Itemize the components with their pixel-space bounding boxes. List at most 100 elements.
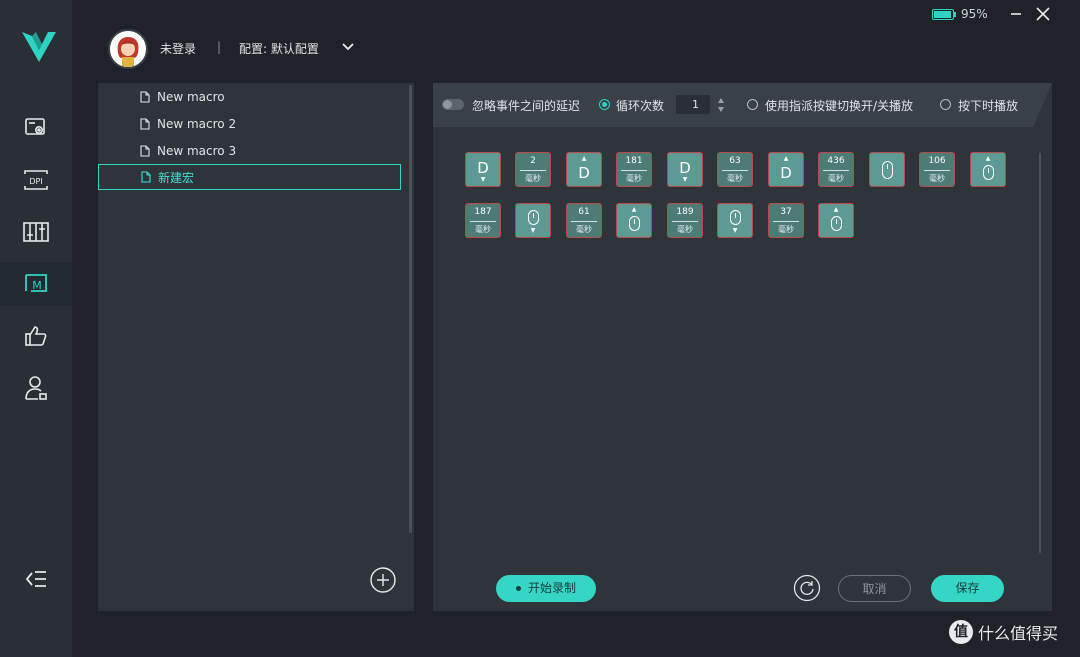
sidebar-item-device-settings[interactable] bbox=[0, 106, 72, 150]
mouse-icon bbox=[730, 210, 741, 225]
delay-divider bbox=[571, 221, 597, 222]
sidebar-item-dpi[interactable]: DPI bbox=[0, 158, 72, 202]
macro-name: 新建宏 bbox=[158, 170, 195, 185]
battery-tip bbox=[954, 12, 956, 17]
sidebar: DPI M bbox=[0, 0, 72, 657]
delay-unit: 毫秒 bbox=[828, 174, 844, 183]
dpi-icon: DPI bbox=[24, 170, 48, 190]
event-delay[interactable]: 61 毫秒 bbox=[566, 203, 602, 238]
delay-divider bbox=[520, 170, 546, 171]
battery-percent: 95% bbox=[961, 7, 988, 21]
delay-unit: 毫秒 bbox=[576, 225, 592, 234]
delay-unit: 毫秒 bbox=[727, 174, 743, 183]
loop-count-input[interactable]: 1 bbox=[676, 95, 710, 114]
loop-count-label: 循环次数 bbox=[616, 99, 665, 113]
delay-divider bbox=[621, 170, 647, 171]
down-arrow-icon: ▼ bbox=[732, 227, 738, 234]
event-key-down[interactable]: D ▼ bbox=[667, 152, 703, 187]
hold-mode-radio[interactable] bbox=[940, 99, 951, 110]
event-mouse-down[interactable]: ▼ bbox=[515, 203, 551, 238]
stepper-arrows-icon[interactable] bbox=[717, 97, 725, 113]
delay-divider bbox=[773, 221, 799, 222]
event-delay[interactable]: 37 毫秒 bbox=[768, 203, 804, 238]
monitor-gear-icon bbox=[25, 118, 45, 135]
save-button[interactable]: 保存 bbox=[931, 575, 1004, 602]
loop-mode-radio[interactable] bbox=[599, 99, 610, 110]
profile-label[interactable]: 配置: 默认配置 bbox=[239, 40, 319, 57]
down-arrow-icon: ▼ bbox=[480, 176, 486, 183]
event-key-up[interactable]: ▲ D bbox=[768, 152, 804, 187]
sidebar-item-keys[interactable] bbox=[0, 210, 72, 254]
mouse-icon bbox=[983, 165, 994, 180]
event-delay[interactable]: 189 毫秒 bbox=[667, 203, 703, 238]
macro-name: New macro bbox=[157, 90, 225, 104]
event-delay[interactable]: 106 毫秒 bbox=[919, 152, 955, 187]
add-macro-icon[interactable] bbox=[370, 567, 396, 593]
event-delay[interactable]: 436 毫秒 bbox=[818, 152, 854, 187]
delay-divider bbox=[672, 221, 698, 222]
up-arrow-icon: ▲ bbox=[581, 155, 587, 162]
battery-icon bbox=[932, 9, 954, 20]
delay-value: 106 bbox=[928, 156, 946, 166]
svg-text:DPI: DPI bbox=[29, 177, 42, 186]
reset-icon[interactable] bbox=[793, 574, 821, 602]
start-recording-button[interactable]: 开始录制 bbox=[496, 575, 596, 602]
battery-level bbox=[934, 11, 952, 18]
macro-list-scrollbar[interactable] bbox=[409, 85, 412, 533]
macro-list-panel: New macro New macro 2 New macro 3 新建宏 bbox=[98, 83, 414, 611]
watermark: 值 什么值得买 bbox=[949, 620, 1058, 644]
record-dot-icon bbox=[515, 586, 521, 591]
watermark-logo: 值 bbox=[949, 620, 973, 644]
brand-logo bbox=[22, 32, 56, 62]
delay-value: 37 bbox=[780, 207, 792, 217]
record-label: 开始录制 bbox=[527, 581, 576, 595]
minimize-icon[interactable] bbox=[1008, 6, 1024, 22]
event-delay[interactable]: 187 毫秒 bbox=[465, 203, 501, 238]
event-mouse-up[interactable]: ▲ bbox=[818, 203, 854, 238]
event-key-down[interactable]: D ▼ bbox=[465, 152, 501, 187]
delay-value: 187 bbox=[474, 207, 492, 217]
login-status[interactable]: 未登录 bbox=[160, 40, 196, 57]
delay-value: 61 bbox=[578, 207, 590, 217]
macro-editor-panel: 忽略事件之间的延迟 循环次数 1 使用指派按键切换开/关播放 按下时播放 D ▼… bbox=[433, 83, 1052, 611]
delay-unit: 毫秒 bbox=[929, 174, 945, 183]
watermark-text: 什么值得买 bbox=[978, 624, 1059, 643]
sidebar-item-like[interactable] bbox=[0, 314, 72, 358]
collapse-menu-icon[interactable] bbox=[24, 568, 48, 590]
toggle-knob bbox=[443, 100, 452, 109]
delay-value: 189 bbox=[676, 207, 694, 217]
delay-value: 181 bbox=[625, 156, 643, 166]
ignore-delay-label: 忽略事件之间的延迟 bbox=[472, 99, 581, 113]
event-key-up[interactable]: ▲ D bbox=[566, 152, 602, 187]
chevron-down-icon[interactable] bbox=[341, 42, 355, 52]
close-icon[interactable] bbox=[1035, 6, 1051, 22]
event-mouse-up[interactable]: ▲ bbox=[970, 152, 1006, 187]
keys-icon bbox=[23, 222, 49, 242]
events-scrollbar[interactable] bbox=[1039, 153, 1041, 553]
up-arrow-icon: ▲ bbox=[783, 155, 789, 162]
mouse-icon bbox=[831, 216, 842, 231]
macro-list-item-selected[interactable]: 新建宏 bbox=[98, 164, 401, 190]
header: 未登录 | 配置: 默认配置 95% bbox=[72, 0, 1080, 80]
up-arrow-icon: ▲ bbox=[833, 206, 839, 213]
delay-divider bbox=[722, 170, 748, 171]
event-mouse-down[interactable] bbox=[869, 152, 905, 187]
event-mouse-down[interactable]: ▼ bbox=[717, 203, 753, 238]
macro-list-item[interactable]: New macro 2 bbox=[98, 111, 401, 137]
event-mouse-up[interactable]: ▲ bbox=[616, 203, 652, 238]
sidebar-item-macro[interactable]: M bbox=[0, 262, 72, 306]
delay-value: 2 bbox=[530, 156, 536, 166]
delay-value: 63 bbox=[729, 156, 741, 166]
delay-unit: 毫秒 bbox=[475, 225, 491, 234]
event-delay[interactable]: 2 毫秒 bbox=[515, 152, 551, 187]
event-delay[interactable]: 181 毫秒 bbox=[616, 152, 652, 187]
document-icon bbox=[140, 118, 150, 130]
cancel-button[interactable]: 取消 bbox=[838, 575, 911, 602]
macro-list-item[interactable]: New macro bbox=[98, 84, 401, 110]
toggle-mode-radio[interactable] bbox=[747, 99, 758, 110]
event-delay[interactable]: 63 毫秒 bbox=[717, 152, 753, 187]
sidebar-item-account[interactable] bbox=[0, 366, 72, 410]
macro-list-item[interactable]: New macro 3 bbox=[98, 138, 401, 164]
macro-name: New macro 3 bbox=[157, 144, 237, 158]
avatar[interactable] bbox=[108, 29, 148, 69]
